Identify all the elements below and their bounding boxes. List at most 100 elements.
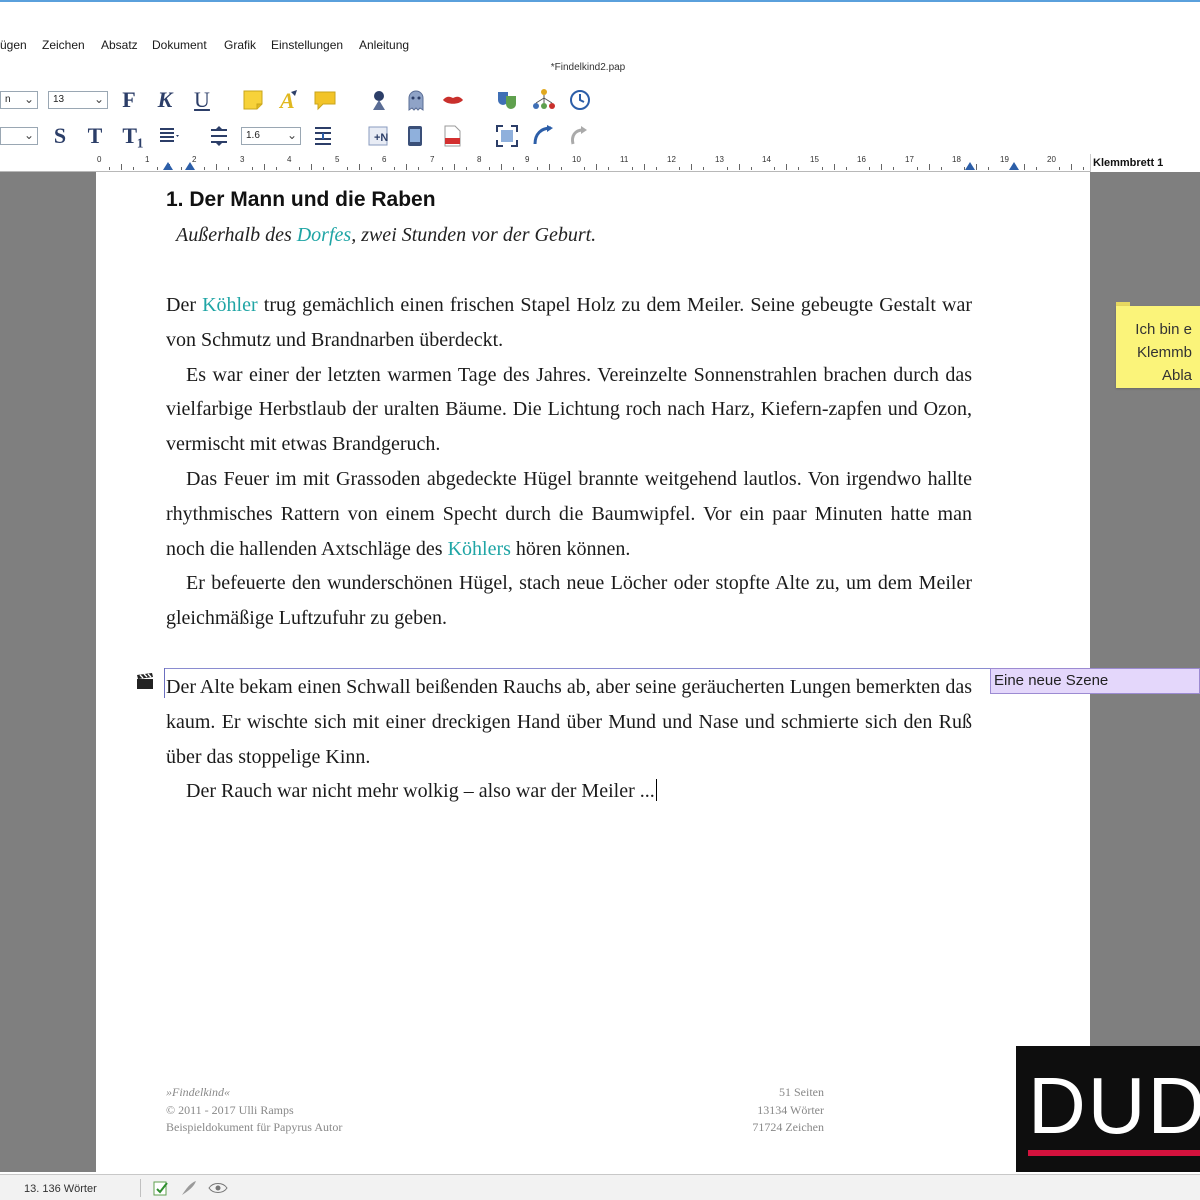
ruler[interactable]: 0 1 2 3 4 5 6 7 8 9 10 11 12 13 14 15 16 17 18 19 20 (0, 154, 1200, 172)
line-spacing-select[interactable]: 1.6 ⌄ (241, 127, 301, 145)
ruler-tick (596, 164, 597, 170)
menu-item-einfuegen[interactable]: ügen (0, 38, 27, 52)
curve-arrow-icon[interactable] (530, 123, 556, 149)
ruler-number: 10 (572, 155, 581, 164)
ruler-number: 19 (1000, 155, 1009, 164)
underline-button[interactable]: U (189, 87, 215, 113)
paragraph-text: Der (166, 294, 203, 316)
lips-icon[interactable] (440, 87, 466, 113)
ruler-tick (786, 164, 787, 170)
menu-item-einstellungen[interactable]: Einstellungen (271, 38, 343, 52)
chevron-down-icon: ⌄ (23, 92, 34, 106)
ruler-tick (513, 167, 514, 170)
bold-button[interactable]: F (116, 87, 142, 113)
clipboard-tab[interactable]: Klemmbrett 1 (1090, 154, 1200, 172)
clipboard-sticky-note[interactable]: Ich bin e Klemmb Abla (1116, 306, 1200, 388)
undo-icon[interactable] (566, 123, 592, 149)
fullscreen-icon[interactable] (494, 123, 520, 149)
body-text-block-2[interactable]: Der Alte bekam einen Schwall beißenden R… (166, 670, 972, 809)
align-justify-icon[interactable] (156, 123, 182, 149)
status-edit-icon[interactable] (152, 1179, 170, 1200)
svg-text:A: A (278, 88, 295, 112)
ruler-tick (644, 164, 645, 170)
network-icon[interactable] (531, 87, 557, 113)
ruler-indent-marker[interactable] (163, 162, 173, 170)
logo-bar (1028, 1150, 1200, 1156)
page-footer-right: 51 Seiten 13134 Wörter 71724 Zeichen (666, 1084, 824, 1137)
ruler-tick (323, 167, 324, 170)
ruler-indent-marker[interactable] (965, 162, 975, 170)
ruler-tick (822, 167, 823, 170)
comment-icon[interactable] (312, 87, 338, 113)
font-size-select[interactable]: 13 ⌄ (48, 91, 108, 109)
menu-item-absatz[interactable]: Absatz (101, 38, 138, 52)
ruler-tick (976, 164, 977, 170)
ruler-tick (264, 164, 265, 170)
paragraph-spacing-icon[interactable] (310, 123, 336, 149)
eye-icon[interactable] (208, 1179, 228, 1200)
line-spacing-icon[interactable] (206, 123, 232, 149)
chapter-heading: 1. Der Mann und die Raben (166, 188, 436, 211)
document-page[interactable]: 1. Der Mann und die Raben Außerhalb des … (96, 172, 1090, 1172)
ruler-tick (157, 167, 158, 170)
ghost-icon[interactable] (403, 87, 429, 113)
ruler-number: 5 (335, 155, 340, 164)
strikethrough-button[interactable]: S (47, 123, 73, 149)
ruler-tick (537, 167, 538, 170)
ruler-number: 17 (905, 155, 914, 164)
note-icon[interactable] (240, 87, 266, 113)
character-link[interactable]: Köhlers (448, 538, 511, 560)
clapperboard-icon[interactable] (136, 672, 154, 690)
paragraph-text: Der Rauch war nicht mehr wolkig – also w… (186, 780, 655, 803)
ruler-tick (703, 167, 704, 170)
chevron-down-icon: ⌄ (93, 92, 104, 106)
ruler-tick (216, 164, 217, 170)
window-top-strip (0, 0, 1200, 34)
ruler-tick (561, 167, 562, 170)
ruler-indent-marker[interactable] (185, 162, 195, 170)
font-select[interactable]: n ⌄ (0, 91, 38, 109)
ruler-tick (846, 167, 847, 170)
ruler-tick (454, 164, 455, 170)
ruler-tick (549, 164, 550, 170)
pdf-icon[interactable] (439, 123, 465, 149)
ruler-tick (941, 167, 942, 170)
status-bar: 13. 136 Wörter (0, 1174, 1200, 1200)
theater-masks-icon[interactable] (494, 87, 520, 113)
character-link[interactable]: Köhler (202, 294, 258, 316)
ebook-icon[interactable] (402, 123, 428, 149)
subscript-button[interactable]: T₁ (120, 123, 146, 149)
svg-text:+N: +N (374, 132, 388, 144)
subheading-text: Außerhalb des (176, 224, 297, 246)
clock-icon[interactable] (567, 87, 593, 113)
subheading-link[interactable]: Dorfes (297, 224, 351, 246)
menu-item-dokument[interactable]: Dokument (152, 38, 207, 52)
sticky-line: Abla (1161, 367, 1192, 384)
superscript-button[interactable]: T (82, 123, 108, 149)
menu-item-grafik[interactable]: Grafik (224, 38, 256, 52)
italic-button[interactable]: K (152, 87, 178, 113)
ruler-tick (1036, 167, 1037, 170)
status-word-count: 13. 136 Wörter (24, 1183, 97, 1195)
ruler-tick (929, 164, 930, 170)
menu-item-zeichen[interactable]: Zeichen (42, 38, 85, 52)
highlight-icon[interactable]: A (276, 87, 302, 113)
style-select[interactable]: ⌄ (0, 127, 38, 145)
chevron-down-icon: ⌄ (286, 128, 297, 142)
chevron-down-icon: ⌄ (23, 128, 34, 142)
duden-logo: DUD (1016, 1046, 1200, 1172)
ruler-tick (276, 167, 277, 170)
ruler-number: 15 (810, 155, 819, 164)
scene-note[interactable]: Eine neue Szene (990, 668, 1200, 694)
ruler-indent-marker[interactable] (1009, 162, 1019, 170)
ruler-tick (893, 167, 894, 170)
spellcheck-icon[interactable] (366, 87, 392, 113)
page-footer-left: »Findelkind« © 2011 - 2017 Ulli Ramps Be… (166, 1084, 342, 1137)
quill-icon[interactable] (180, 1179, 198, 1200)
body-text-block-1[interactable]: Der Köhler trug gemächlich einen frische… (166, 288, 972, 636)
insert-note-icon[interactable]: +N (365, 123, 391, 149)
menu-item-anleitung[interactable]: Anleitung (359, 38, 409, 52)
ruler-tick (988, 167, 989, 170)
paragraph-1: Der Köhler trug gemächlich einen frische… (166, 288, 972, 358)
ruler-tick (1083, 167, 1084, 170)
